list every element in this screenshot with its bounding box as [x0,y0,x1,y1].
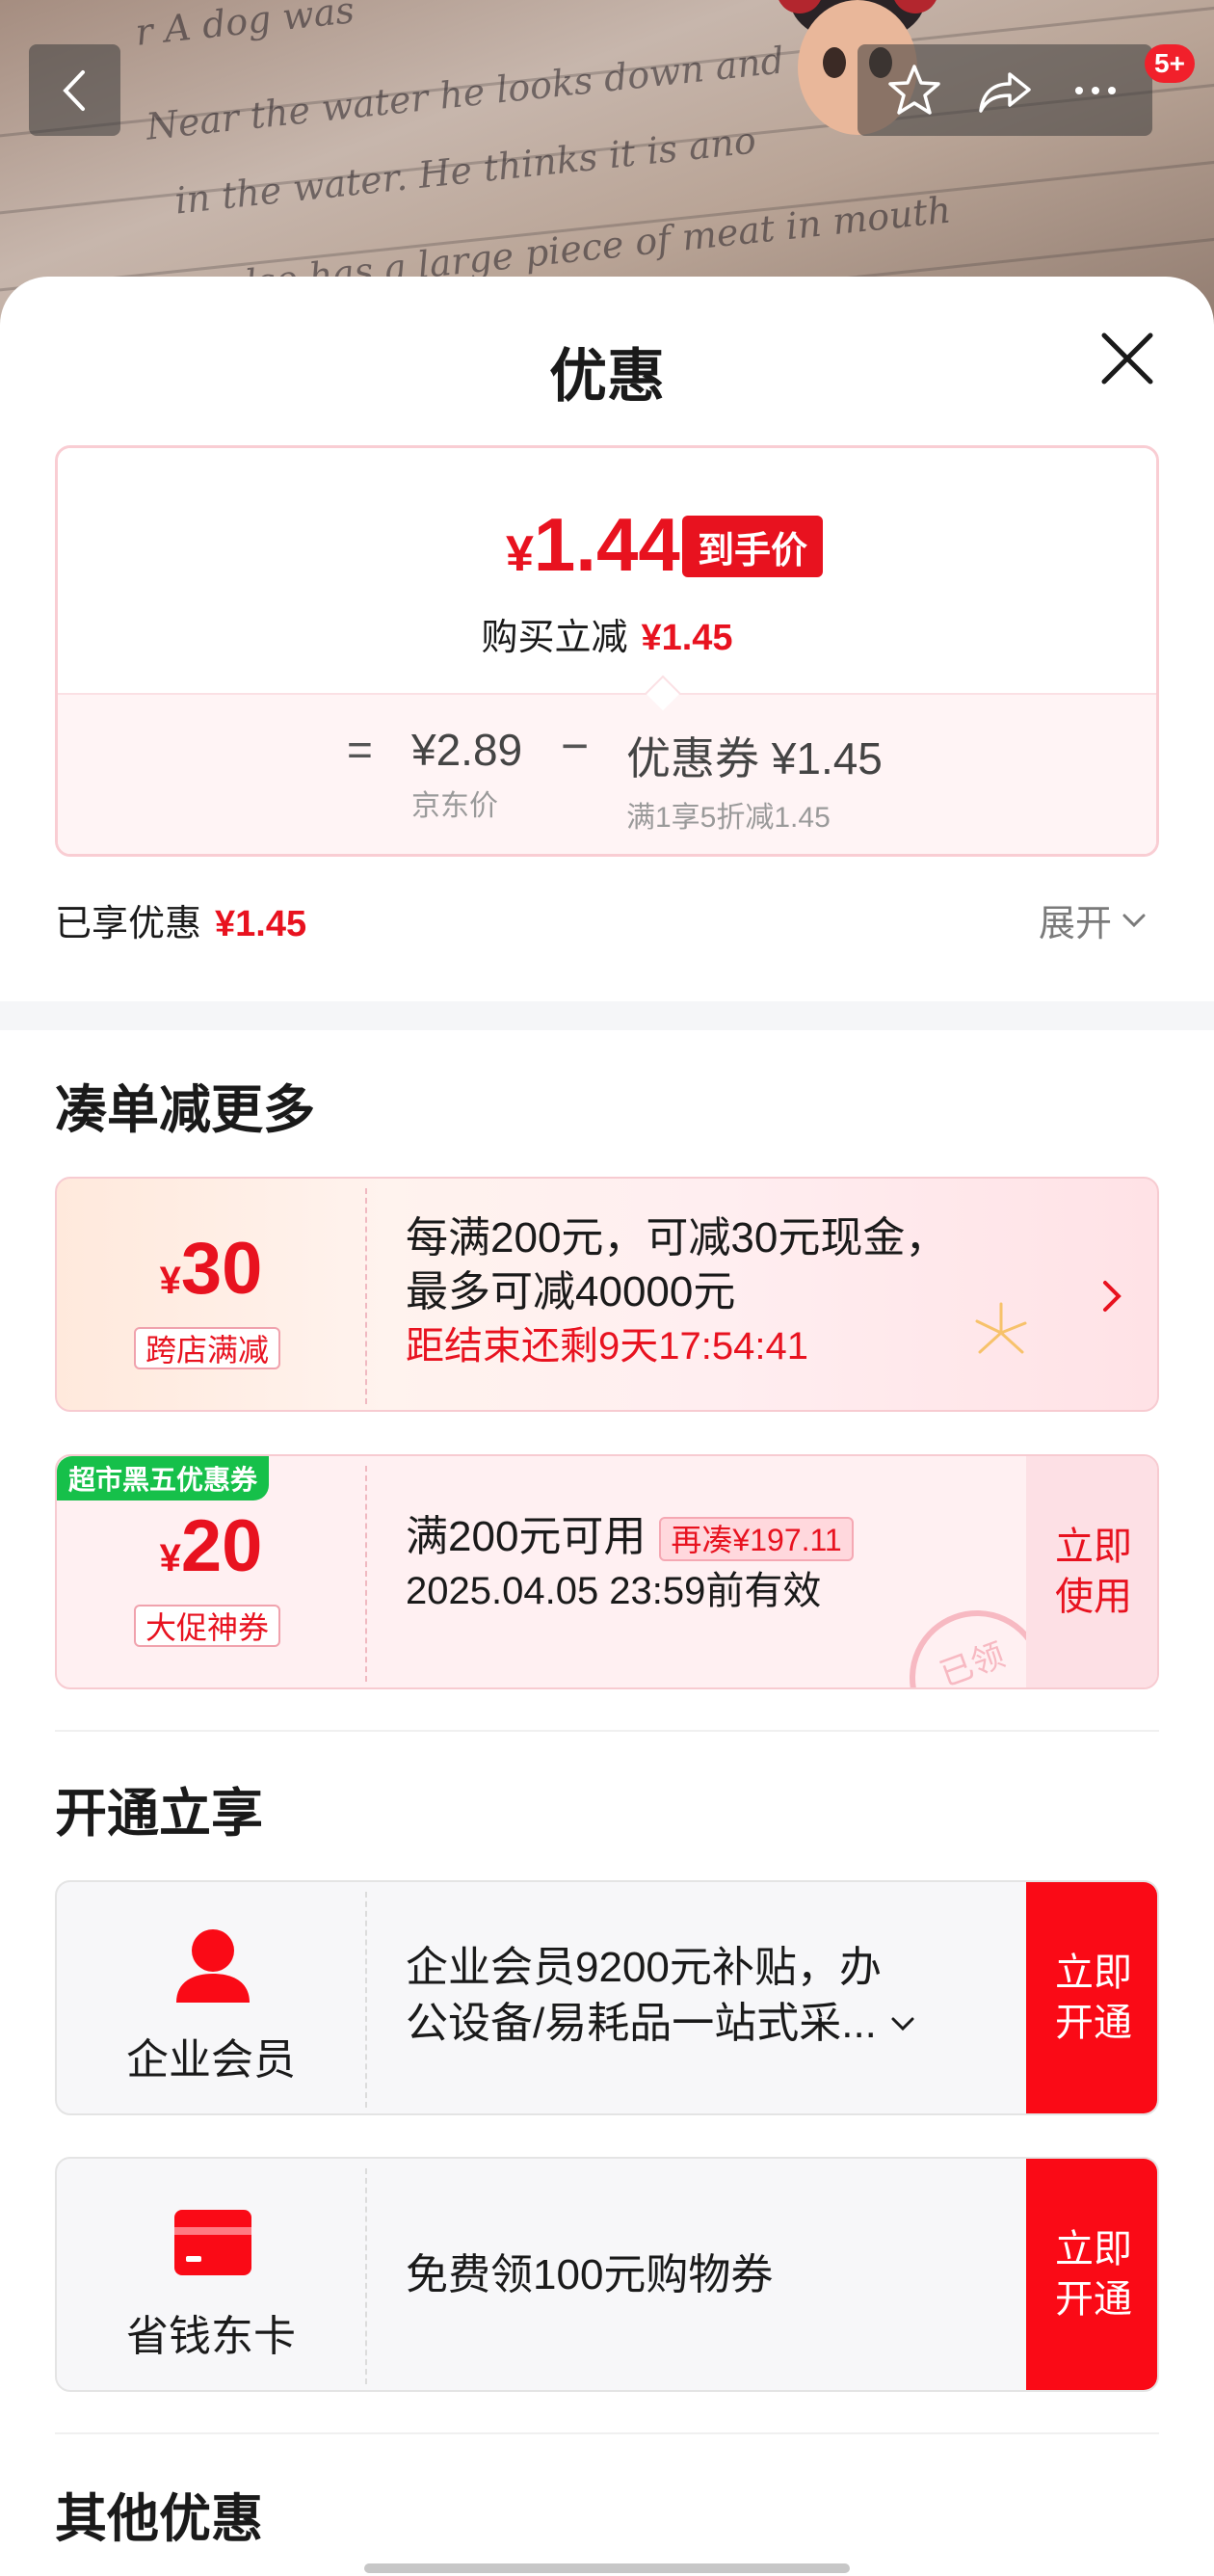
sparkle-decoration-icon [975,1302,1027,1354]
use-coupon-button[interactable]: 立即 使用 [1026,1456,1157,1687]
chevron-left-icon [62,69,85,111]
coupon-tag: 大促神券 [134,1605,281,1647]
enterprise-member-card: 企业会员 企业会员9200元补贴，办 公设备/易耗品一站式采... 立即 开通 [55,1880,1159,2115]
star-favorite-icon[interactable] [884,61,944,120]
top-action-group [858,44,1152,136]
sheet-title: 优惠 [549,344,665,409]
promo-tag: 跨店满减 [134,1327,281,1369]
more-options-icon[interactable] [1066,61,1125,120]
section-divider [0,1001,1214,1030]
person-icon [176,1929,250,2003]
coupon-amount: ¥20 [159,1505,263,1587]
coupon-deduction-block: 优惠券 ¥1.45 满1享5折减1.45 [626,733,883,834]
discount-sheet: 优惠 ¥1.44 到手价 购买立减 ¥1.45 = ¥2.89 京东价 − 优惠券… [0,277,1214,2576]
open-jd-card-button[interactable]: 立即 开通 [1026,2159,1157,2390]
expand-button[interactable]: 展开 [1039,893,1148,946]
jd-price-block: ¥2.89 京东价 [411,725,523,822]
card-icon [174,2210,251,2275]
section-title-more: 凑单减更多 [55,1081,315,1139]
final-price: ¥1.44 [506,502,680,587]
promo-countdown: 距结束还剩9天17:54:41 [406,1325,808,1368]
chevron-right-icon [1103,1281,1122,1312]
cross-store-promo-card[interactable]: ¥30 跨店满减 每满200元，可减30元现金， 最多可减40000元 距结束还… [55,1177,1159,1412]
coupon-badge: 超市黑五优惠券 [57,1456,270,1500]
card-description: 免费领100元购物券 [406,2251,774,2298]
chevron-down-icon [1122,914,1146,927]
close-icon[interactable] [1098,330,1156,387]
card-name: 省钱东卡 [126,2313,296,2360]
equals-sign: = [347,725,373,775]
reduce-more-tag: 再凑¥197.11 [659,1517,854,1562]
instant-discount-line: 购买立减 ¥1.45 [481,618,733,658]
chevron-down-icon[interactable] [888,2009,917,2038]
divider-line [55,2432,1159,2434]
promo-description: 每满200元，可减30元现金， 最多可减40000元 距结束还剩9天17:54:… [406,1211,947,1373]
open-enterprise-member-button[interactable]: 立即 开通 [1026,1882,1157,2113]
home-indicator [364,2563,850,2573]
enjoyed-discount: 已享优惠 ¥1.45 [55,904,307,944]
jd-saver-card: 省钱东卡 免费领100元购物券 立即 开通 [55,2157,1159,2392]
member-description: 企业会员9200元补贴，办 公设备/易耗品一站式采... [406,1940,917,2052]
coupon-description: 满200元可用 再凑¥197.11 2025.04.05 23:59前有效 [406,1510,854,1618]
supermarket-coupon-card: 超市黑五优惠券 ¥20 大促神券 满200元可用 再凑¥197.11 2025.0… [55,1454,1159,1689]
section-title-open: 开通立享 [55,1785,263,1843]
price-breakdown-card: ¥1.44 到手价 购买立减 ¥1.45 = ¥2.89 京东价 − 优惠券 ¥1… [55,445,1159,857]
message-count-badge: 5+ [1145,44,1195,83]
divider-line [55,1730,1159,1732]
member-name: 企业会员 [126,2036,296,2084]
final-price-tag: 到手价 [682,516,824,577]
minus-sign: − [561,719,590,773]
share-icon[interactable] [975,61,1035,120]
back-button[interactable] [29,44,120,136]
promo-amount: ¥30 [159,1228,263,1310]
section-title-other: 其他优惠 [55,2490,263,2548]
